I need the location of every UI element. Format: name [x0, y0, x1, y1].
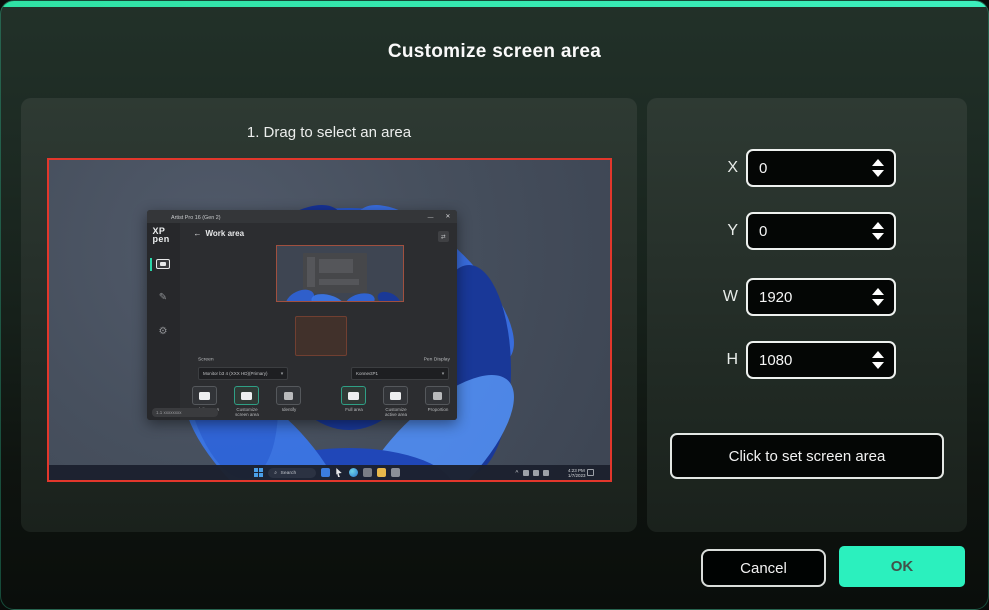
w-label: W — [722, 288, 738, 305]
chevron-down-icon: ▾ — [281, 370, 284, 377]
h-label: H — [726, 351, 738, 368]
w-spin-up-button[interactable] — [872, 288, 884, 295]
tablet-area-preview — [294, 316, 347, 356]
x-label: X — [727, 159, 738, 176]
monitor-dropdown: Monitor b3 4 (XXX HD)(Primary) ▾ — [197, 367, 288, 380]
screen-icon — [241, 391, 252, 400]
work-area-page: ← Work area ⇄ Screen Pen Display Monitor… — [179, 223, 457, 420]
y-input[interactable]: 0 — [746, 212, 896, 250]
x-spin-up-button[interactable] — [872, 159, 884, 166]
customize-screen-area-dialog: Customize screen area 1. Drag to select … — [0, 0, 989, 610]
customize-active-area-button: Customize active area — [379, 386, 413, 420]
chevron-down-icon: ▾ — [442, 370, 445, 377]
rotate-icon: ⇄ — [437, 231, 449, 242]
driver-version-badge: 1.1 xxxxxxxx — [151, 408, 218, 417]
app-titlebar: Artist Pro 16 (Gen 2) — ✕ — [146, 210, 457, 223]
taskbar-search: ⌕ Search — [267, 467, 316, 478]
cancel-button[interactable]: Cancel — [701, 549, 826, 587]
xppen-logo: XP pen — [152, 226, 170, 244]
wifi-icon — [522, 469, 529, 476]
app-title: Artist Pro 16 (Gen 2) — [170, 213, 221, 220]
ok-button[interactable]: OK — [839, 546, 965, 587]
w-spin-down-button[interactable] — [872, 299, 884, 306]
sidebar-item-pen: ✎ — [147, 292, 180, 305]
set-screen-area-button[interactable]: Click to set screen area — [670, 433, 944, 479]
volume-icon — [532, 469, 539, 476]
cursor-icon — [336, 468, 342, 477]
y-spin-down-button[interactable] — [872, 233, 884, 240]
h-spin-down-button[interactable] — [872, 362, 884, 369]
identify-icon — [284, 391, 293, 400]
dialog-title: Customize screen area — [387, 41, 602, 62]
camera-icon — [390, 468, 400, 477]
customize-screen-area-button: Customize screen area — [230, 386, 264, 420]
active-indicator — [149, 257, 152, 271]
app-sidebar: XP pen ✎ ⚙ — [146, 223, 180, 420]
minimize-icon: — — [427, 213, 434, 220]
tablet-area-icon — [348, 391, 359, 400]
x-spin-down-button[interactable] — [872, 170, 884, 177]
monitor-preview — [275, 245, 404, 302]
y-spin-up-button[interactable] — [872, 222, 884, 229]
start-icon — [253, 468, 263, 477]
screen-label: Screen — [197, 356, 214, 362]
drag-instruction: 1. Drag to select an area — [246, 124, 412, 141]
battery-icon — [542, 469, 549, 476]
dialog-content: 1. Drag to select an area Artist Pro 16 … — [21, 98, 967, 532]
h-input[interactable]: 1080 — [746, 341, 896, 379]
gear-icon: ⚙ — [158, 326, 168, 338]
proportion-icon — [433, 391, 442, 400]
screen-icon — [199, 391, 210, 400]
mic-icon — [362, 468, 372, 477]
coordinates-panel: X 0 Y 0 W 1920 H 1080 Click to set scree… — [647, 98, 967, 532]
x-input[interactable]: 0 — [746, 149, 896, 187]
work-area-heading: Work area — [205, 229, 245, 238]
window-accent-bar — [1, 1, 988, 7]
dialog-footer: Cancel OK — [701, 546, 965, 587]
window-controls: — ✕ — [426, 210, 452, 223]
tablet-area-icon — [390, 391, 401, 400]
edge-icon — [348, 468, 358, 477]
y-label: Y — [727, 222, 738, 239]
back-icon: ← — [193, 229, 202, 238]
drag-select-panel: 1. Drag to select an area Artist Pro 16 … — [21, 98, 637, 532]
notification-icon — [586, 469, 594, 476]
pen-display-label: Pen Display — [424, 356, 451, 362]
w-input[interactable]: 1920 — [746, 278, 896, 316]
pen-display-dropdown: KonnectP1 ▾ — [350, 367, 449, 380]
identify-button: Identify — [272, 386, 306, 420]
sidebar-item-tablet — [147, 257, 180, 271]
screen-area-preview[interactable]: Artist Pro 16 (Gen 2) — ✕ XP pen ✎ ⚙ ← W… — [46, 158, 612, 482]
proportion-button: Proportion — [421, 386, 455, 420]
chevron-up-icon: ^ — [515, 468, 519, 477]
close-icon: ✕ — [445, 212, 451, 220]
search-icon: ⌕ — [273, 469, 277, 475]
driver-app-window: Artist Pro 16 (Gen 2) — ✕ XP pen ✎ ⚙ ← W… — [146, 210, 457, 420]
h-spin-up-button[interactable] — [872, 351, 884, 358]
taskbar-clock: 4:23 PM 1/7/2023 — [567, 467, 586, 478]
tablet-icon — [156, 259, 170, 270]
folder-icon — [376, 468, 386, 477]
windows-taskbar: ⌕ Search ^ 4:23 PM 1/7/2023 — [48, 465, 610, 480]
monitor-preview-window — [302, 253, 367, 293]
pen-icon: ✎ — [158, 292, 168, 304]
chat-icon — [320, 468, 330, 477]
full-area-button: Full area — [337, 386, 371, 420]
sidebar-item-settings: ⚙ — [147, 326, 180, 339]
